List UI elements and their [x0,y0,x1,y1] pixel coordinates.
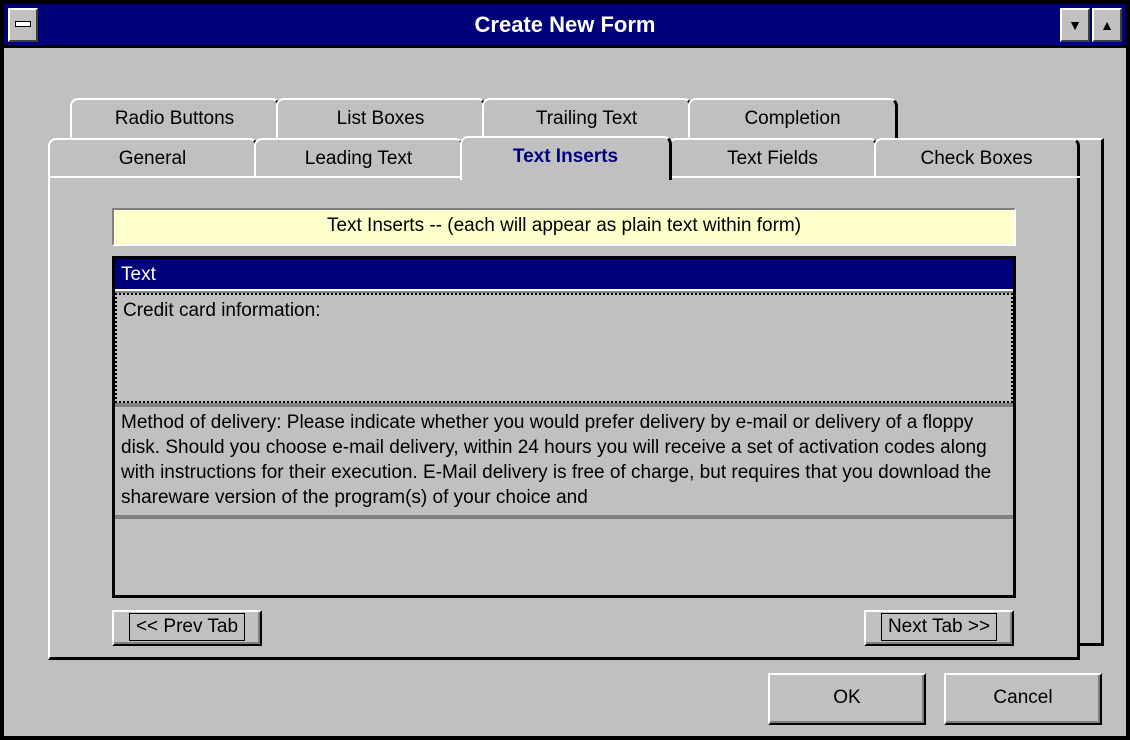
tab-completion[interactable]: Completion [688,98,898,138]
grid-column-header-text[interactable]: Text [115,259,1013,291]
next-tab-button[interactable]: Next Tab >> [864,610,1014,646]
create-new-form-dialog: Create New Form ▼ ▲ Radio Buttons List B… [0,0,1130,740]
triangle-up-icon: ▲ [1100,17,1114,33]
grid-row[interactable] [115,517,1013,595]
tab-text-inserts[interactable]: Text Inserts [460,136,672,180]
grid-row[interactable]: Credit card information: [115,293,1013,403]
text-inserts-grid[interactable]: Text Credit card information: Method of … [112,256,1016,598]
prev-tab-label: << Prev Tab [128,613,246,641]
ok-button[interactable]: OK [768,673,926,725]
tab-text-fields[interactable]: Text Fields [668,138,878,178]
minimize-button[interactable]: ▼ [1060,8,1090,42]
tab-general[interactable]: General [48,138,258,178]
window-title: Create New Form [474,12,656,37]
maximize-button[interactable]: ▲ [1092,8,1122,42]
title-bar: Create New Form ▼ ▲ [4,4,1126,48]
tab-leading-text[interactable]: Leading Text [254,138,464,178]
next-tab-label: Next Tab >> [880,613,998,641]
cancel-button[interactable]: Cancel [944,673,1102,725]
tab-list-boxes[interactable]: List Boxes [276,98,486,138]
tab-check-boxes[interactable]: Check Boxes [874,138,1080,178]
tab-trailing-text[interactable]: Trailing Text [482,98,692,138]
tab-radio-buttons[interactable]: Radio Buttons [70,98,280,138]
grid-row[interactable]: Method of delivery: Please indicate whet… [115,405,1013,515]
triangle-down-icon: ▼ [1068,17,1082,33]
text-inserts-heading: Text Inserts -- (each will appear as pla… [112,208,1016,246]
prev-tab-button[interactable]: << Prev Tab [112,610,262,646]
